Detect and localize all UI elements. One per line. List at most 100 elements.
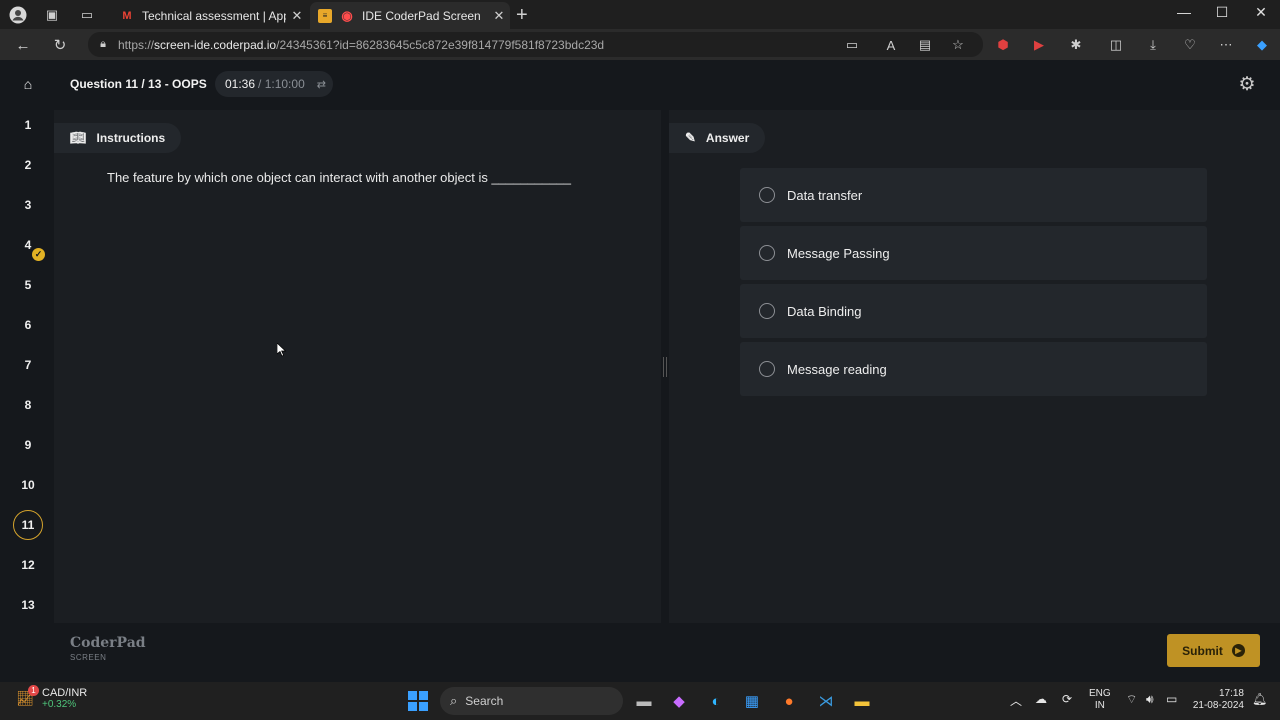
minimize-icon[interactable]: — <box>1164 4 1204 20</box>
profile-icon[interactable] <box>9 6 27 24</box>
split-screen-icon[interactable]: ◫ <box>1107 36 1125 54</box>
language-indicator[interactable]: ENG IN <box>1089 688 1111 712</box>
coderpad-logo-sub: SCREEN <box>70 653 107 662</box>
copilot-icon[interactable]: ◆ <box>1253 36 1271 54</box>
close-window-icon[interactable]: ✕ <box>1241 4 1280 21</box>
new-tab-icon[interactable]: + <box>516 4 528 27</box>
clock-time: 17:18 <box>1218 688 1244 699</box>
home-icon[interactable]: ⌂ <box>18 74 38 94</box>
stock-name: CAD/INR <box>42 687 88 699</box>
immersive-reader-icon[interactable]: ▤ <box>916 36 934 54</box>
notifications-bell-icon[interactable]: 🔔︎ <box>1252 692 1267 706</box>
swap-icon[interactable]: ⇄ <box>317 78 326 91</box>
timer-total: / 1:10:00 <box>258 77 305 91</box>
search-icon: ⌕ <box>450 693 458 708</box>
panel-splitter[interactable] <box>663 357 667 377</box>
radio-button[interactable] <box>759 187 775 203</box>
edge-icon[interactable]: ◐ <box>704 689 728 713</box>
answer-tab[interactable]: ✎ Answer <box>669 123 766 153</box>
clock[interactable]: 17:18 21-08-2024 <box>1190 688 1244 712</box>
coderpad-icon: ≡ <box>318 8 332 23</box>
language-code: ENG <box>1089 688 1111 699</box>
file-explorer-icon[interactable]: ▬ <box>850 689 874 713</box>
favorite-star-icon[interactable]: ☆ <box>949 36 967 54</box>
question-number-12[interactable]: 12 <box>13 550 43 580</box>
question-number-2[interactable]: 2 <box>13 150 43 180</box>
answer-option-2[interactable]: Message Passing <box>740 226 1207 280</box>
radio-button[interactable] <box>759 361 775 377</box>
timer-current: 01:36 <box>225 77 256 91</box>
question-number-10[interactable]: 10 <box>13 470 43 500</box>
store-icon[interactable]: ▦ <box>740 689 764 713</box>
wifi-icon[interactable]: ⌔ <box>1126 692 1137 707</box>
instructions-panel: 📖︎ Instructions The feature by which one… <box>54 110 661 623</box>
volume-icon[interactable]: 🔊︎ <box>1146 692 1154 707</box>
question-number-4[interactable]: 4 ✓ <box>13 230 45 261</box>
onedrive-icon[interactable]: ☁ <box>1035 692 1047 706</box>
timer: 01:36 / 1:10:00 ⇄ <box>215 71 333 97</box>
question-number-11[interactable]: 11 <box>13 510 43 540</box>
ublock-icon[interactable]: ⬢ <box>994 36 1012 54</box>
question-number-8[interactable]: 8 <box>13 390 43 420</box>
sync-icon[interactable]: ⟳ <box>1062 692 1072 706</box>
firefox-icon[interactable]: ● <box>777 689 801 713</box>
maximize-icon[interactable]: ☐ <box>1202 4 1242 21</box>
radio-button[interactable] <box>759 303 775 319</box>
task-view-icon[interactable]: ▬ <box>632 689 656 713</box>
tab-technical-assessment[interactable]: M Technical assessment | Apple Ind ✕ <box>112 2 308 29</box>
read-aloud-icon[interactable]: A <box>882 36 900 54</box>
refresh-icon[interactable]: ↻ <box>50 35 70 55</box>
more-options-icon[interactable]: ⋯ <box>1217 36 1235 54</box>
taskbar-search[interactable]: ⌕ Search <box>440 687 623 715</box>
coderpad-logo: CoderPad <box>70 635 146 651</box>
notification-badge: 1 <box>28 684 39 696</box>
radio-button[interactable] <box>759 245 775 261</box>
question-number-13[interactable]: 13 <box>13 590 43 620</box>
extensions-icon[interactable]: ✱ <box>1067 36 1085 54</box>
instructions-tab-label: Instructions <box>96 131 166 145</box>
stock-widget[interactable]: 📈︎ 1 CAD/INR +0.32% <box>14 684 88 710</box>
windows-start-icon[interactable] <box>406 689 430 713</box>
question-number-1[interactable]: 1 <box>13 110 43 140</box>
browser-tab-bar: ▣ ▭ M Technical assessment | Apple Ind ✕… <box>0 0 1280 29</box>
book-icon: 📖︎ <box>70 130 87 145</box>
mouse-cursor-icon <box>277 343 287 357</box>
stock-change: +0.32% <box>42 699 77 710</box>
answer-panel: ✎ Answer Data transfer Message Passing D… <box>669 110 1280 623</box>
option-label: Message reading <box>787 361 887 377</box>
option-label: Message Passing <box>787 245 890 261</box>
question-number-7[interactable]: 7 <box>13 350 43 380</box>
vscode-icon[interactable]: ⋊ <box>814 689 838 713</box>
show-hidden-icons-icon[interactable]: ︿ <box>1010 692 1022 709</box>
answered-check-icon: ✓ <box>32 248 45 261</box>
clock-date: 21-08-2024 <box>1192 700 1244 711</box>
tab-actions-icon[interactable]: ▭ <box>78 6 96 24</box>
question-number-3[interactable]: 3 <box>13 190 43 220</box>
workspaces-icon[interactable]: ▣ <box>43 6 61 24</box>
answer-option-1[interactable]: Data transfer <box>740 168 1207 222</box>
question-number-6[interactable]: 6 <box>13 310 43 340</box>
answer-option-4[interactable]: Message reading <box>740 342 1207 396</box>
browser-essentials-icon[interactable]: ♡ <box>1181 36 1199 54</box>
tab-coderpad[interactable]: ≡ ◉ IDE CoderPad Screen ✕ <box>310 2 510 29</box>
downloads-icon[interactable]: ⤓ <box>1144 36 1162 54</box>
gear-icon[interactable]: ⚙ <box>1236 73 1258 95</box>
close-icon[interactable]: ✕ <box>286 8 308 24</box>
stock-chart-icon: 📈︎ 1 <box>14 684 39 710</box>
pencil-icon: ✎ <box>685 130 696 145</box>
record-icon: ◉ <box>341 7 353 23</box>
camera-icon[interactable]: ▭ <box>843 36 861 54</box>
answer-option-3[interactable]: Data Binding <box>740 284 1207 338</box>
instructions-tab[interactable]: 📖︎ Instructions <box>54 123 182 153</box>
extension-red-icon[interactable]: ▶ <box>1030 36 1048 54</box>
copilot-app-icon[interactable]: ◆ <box>667 689 691 713</box>
submit-button[interactable]: Submit ▶ <box>1167 634 1260 667</box>
close-icon[interactable]: ✕ <box>488 8 510 24</box>
question-number-9[interactable]: 9 <box>13 430 43 460</box>
back-icon[interactable]: ← <box>13 35 33 55</box>
gmail-icon: M <box>122 9 132 22</box>
tab-title: Technical assessment | Apple Ind <box>142 8 286 23</box>
question-number-5[interactable]: 5 <box>13 270 43 300</box>
question-header: ⌂ Question 11 / 13 - OOPS 01:36 / 1:10:0… <box>0 60 1280 108</box>
battery-icon[interactable]: ▭ <box>1166 692 1177 706</box>
